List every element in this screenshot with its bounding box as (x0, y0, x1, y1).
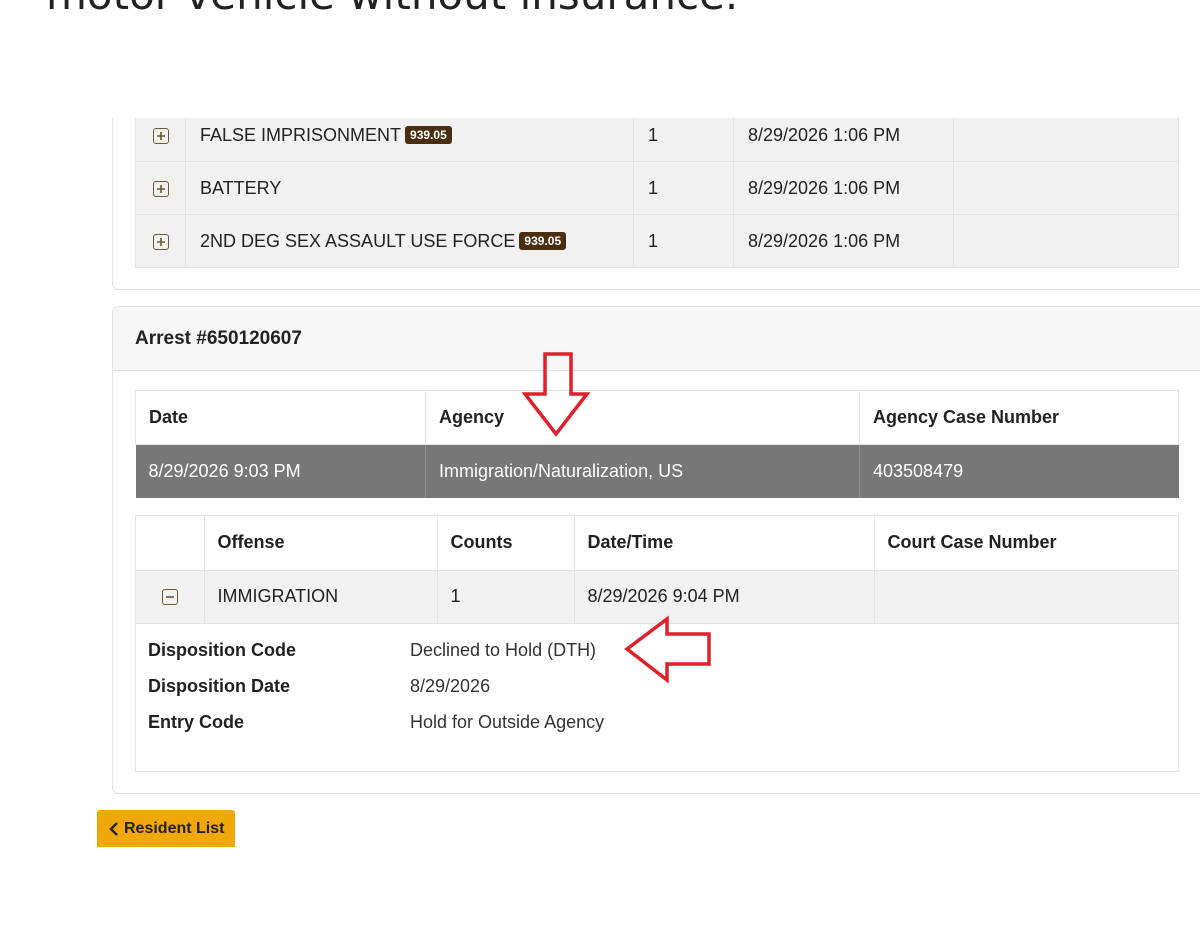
previous-charges-table: FALSE IMPRISONMENT 939.05 1 8/29/2026 1:0… (135, 108, 1179, 268)
date-header: Date (135, 390, 426, 445)
court-case-cell (953, 161, 1179, 215)
resident-list-label: Resident List (124, 819, 225, 837)
headline-text: motor vehicle without insurance. (46, 0, 738, 20)
offense-name: 2ND DEG SEX ASSAULT USE FORCE (200, 230, 516, 251)
counts-cell: 1 (633, 161, 734, 215)
offense-table: Offense Counts Date/Time Court Case Numb… (136, 516, 1178, 624)
entry-code-label: Entry Code (148, 711, 245, 732)
counts-cell: 1 (633, 214, 734, 268)
expand-plus-icon[interactable] (152, 127, 169, 144)
table-row: BATTERY 1 8/29/2026 1:06 PM (135, 161, 1179, 215)
disposition-date-label: Disposition Date (148, 675, 291, 696)
expand-plus-icon[interactable] (152, 180, 169, 197)
entry-code-value: Hold for Outside Agency (410, 711, 605, 732)
offense-court-case-cell (874, 570, 1178, 624)
court-case-cell (953, 214, 1179, 268)
expand-cell[interactable] (135, 214, 186, 268)
offense-counts-cell: 1 (437, 570, 575, 624)
court-case-header: Court Case Number (874, 516, 1178, 571)
collapse-cell[interactable] (136, 570, 205, 624)
arrest-case-number-cell: 403508479 (859, 444, 1179, 498)
disposition-code-label: Disposition Code (148, 639, 296, 660)
offense-header-row: Offense Counts Date/Time Court Case Numb… (136, 516, 1178, 571)
arrest-header-row: Date Agency Agency Case Number (135, 390, 1179, 445)
datetime-cell: 8/29/2026 1:06 PM (733, 161, 954, 215)
arrest-date-cell: 8/29/2026 9:03 PM (135, 444, 426, 498)
resident-list-button[interactable]: Resident List (97, 810, 235, 847)
detail-row: Disposition Date 8/29/2026 (148, 668, 604, 704)
arrest-agency-cell: Immigration/Naturalization, US (425, 444, 860, 498)
table-row: IMMIGRATION 1 8/29/2026 9:04 PM (136, 570, 1178, 624)
detail-row: Entry Code Hold for Outside Agency (148, 704, 604, 740)
expand-plus-icon[interactable] (152, 233, 169, 250)
statute-badge: 939.05 (519, 231, 567, 250)
offense-cell: BATTERY (185, 161, 634, 215)
agency-header: Agency (425, 390, 860, 445)
collapse-minus-icon[interactable] (161, 589, 178, 606)
offense-datetime-cell: 8/29/2026 9:04 PM (574, 570, 875, 624)
arrest-row[interactable]: 8/29/2026 9:03 PM Immigration/Naturaliza… (135, 444, 1179, 498)
offense-header: Offense (204, 516, 438, 571)
disposition-details: Disposition Code Declined to Hold (DTH) … (148, 632, 604, 740)
detail-row: Disposition Code Declined to Hold (DTH) (148, 632, 604, 668)
offense-cell: 2ND DEG SEX ASSAULT USE FORCE 939.05 (185, 214, 634, 268)
datetime-header: Date/Time (574, 516, 875, 571)
toggle-header (136, 516, 205, 571)
arrest-card: Arrest #650120607 Date Agency Agency Cas… (112, 306, 1200, 794)
table-row: 2ND DEG SEX ASSAULT USE FORCE 939.05 1 8/… (135, 214, 1179, 268)
arrest-info-table: Date Agency Agency Case Number 8/29/2026… (135, 390, 1179, 498)
scroll-clip (0, 100, 1200, 118)
offense-name-cell: IMMIGRATION (204, 570, 438, 624)
chevron-left-icon (109, 821, 119, 836)
counts-header: Counts (437, 516, 575, 571)
agency-case-header: Agency Case Number (859, 390, 1179, 445)
statute-badge: 939.05 (405, 125, 452, 144)
offense-name: FALSE IMPRISONMENT (200, 124, 402, 145)
previous-arrest-card: FALSE IMPRISONMENT 939.05 1 8/29/2026 1:0… (112, 100, 1200, 290)
expand-cell[interactable] (135, 161, 186, 215)
disposition-code-value: Declined to Hold (DTH) (410, 639, 597, 660)
offense-block: Offense Counts Date/Time Court Case Numb… (135, 515, 1179, 772)
disposition-date-value: 8/29/2026 (410, 675, 491, 696)
datetime-cell: 8/29/2026 1:06 PM (733, 214, 954, 268)
offense-name: BATTERY (200, 177, 282, 198)
arrest-title: Arrest #650120607 (113, 307, 1200, 371)
